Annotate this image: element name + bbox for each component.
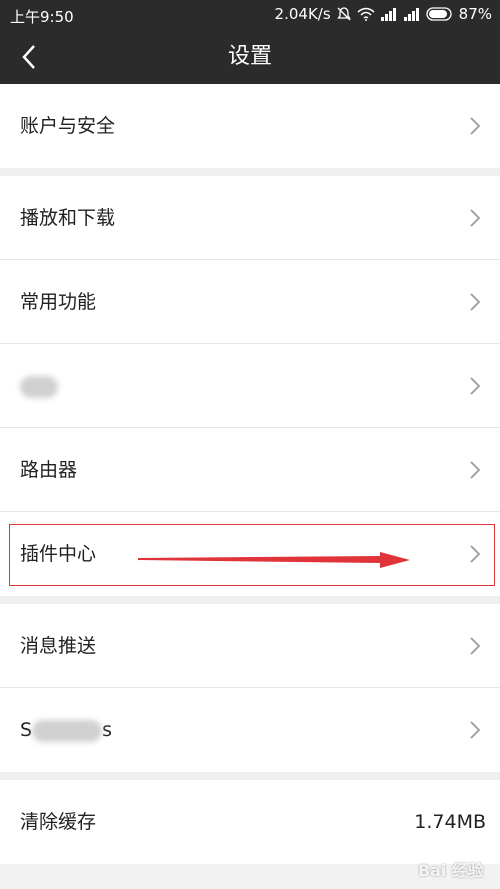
- chevron-right-icon: [470, 377, 481, 395]
- status-bar: 上午9:50 2.04K/s 87%: [0, 0, 500, 30]
- network-speed: 2.04K/s: [274, 5, 331, 23]
- settings-item-clear-cache[interactable]: 清除缓存 1.74MB: [0, 780, 500, 864]
- section-divider: [0, 168, 500, 176]
- back-button[interactable]: [14, 42, 44, 72]
- settings-item-label: 常用功能: [20, 291, 97, 313]
- chevron-right-icon: [470, 545, 481, 563]
- chevron-right-icon: [470, 721, 481, 739]
- wifi-icon: [357, 7, 375, 21]
- redaction-blur: [32, 719, 103, 742]
- chevron-right-icon: [470, 461, 481, 479]
- chevron-right-icon: [470, 637, 481, 655]
- settings-item-label: 消息推送: [20, 635, 97, 657]
- settings-item-message-push[interactable]: 消息推送: [0, 604, 500, 688]
- chevron-right-icon: [470, 117, 481, 135]
- cache-size-value: 1.74MB: [414, 811, 486, 833]
- signal-icon-2: [403, 7, 421, 21]
- settings-item-plugin-center[interactable]: 插件中心: [0, 512, 500, 596]
- section-divider: [0, 596, 500, 604]
- settings-item-account-security[interactable]: 账户与安全: [0, 84, 500, 168]
- section-divider: [0, 772, 500, 780]
- title-bar: 设置: [0, 30, 500, 84]
- settings-item-playback-download[interactable]: 播放和下载: [0, 176, 500, 260]
- battery-level: 87%: [458, 5, 492, 23]
- settings-item-router[interactable]: 路由器: [0, 428, 500, 512]
- signal-icon: [380, 7, 398, 21]
- battery-icon: [426, 7, 454, 21]
- settings-item-common-functions[interactable]: 常用功能: [0, 260, 500, 344]
- status-icons: 2.04K/s 87%: [275, 5, 492, 23]
- settings-item-label: 账户与安全: [20, 115, 116, 137]
- redaction-blur: [20, 375, 58, 398]
- chevron-right-icon: [470, 293, 481, 311]
- status-time: 上午9:50: [10, 8, 74, 26]
- settings-item-label: 路由器: [20, 459, 78, 481]
- settings-list: 账户与安全 播放和下载 常用功能 路由器 插件中心 消息推送 S s 清除缓存 …: [0, 84, 500, 864]
- settings-item-label: Ss: [20, 719, 112, 742]
- settings-item-redacted-s[interactable]: Ss: [0, 688, 500, 772]
- chevron-right-icon: [470, 209, 481, 227]
- settings-item-label: 播放和下载: [20, 207, 116, 229]
- settings-item-label: 插件中心: [20, 543, 97, 565]
- page-title: 设置: [227, 44, 272, 69]
- mute-bell-icon: [336, 6, 352, 22]
- watermark: Bai 经验: [417, 861, 484, 880]
- chevron-left-icon: [22, 45, 35, 69]
- settings-item-label: 清除缓存: [20, 811, 97, 833]
- settings-item-label: [20, 344, 58, 428]
- settings-item-redacted[interactable]: [0, 344, 500, 428]
